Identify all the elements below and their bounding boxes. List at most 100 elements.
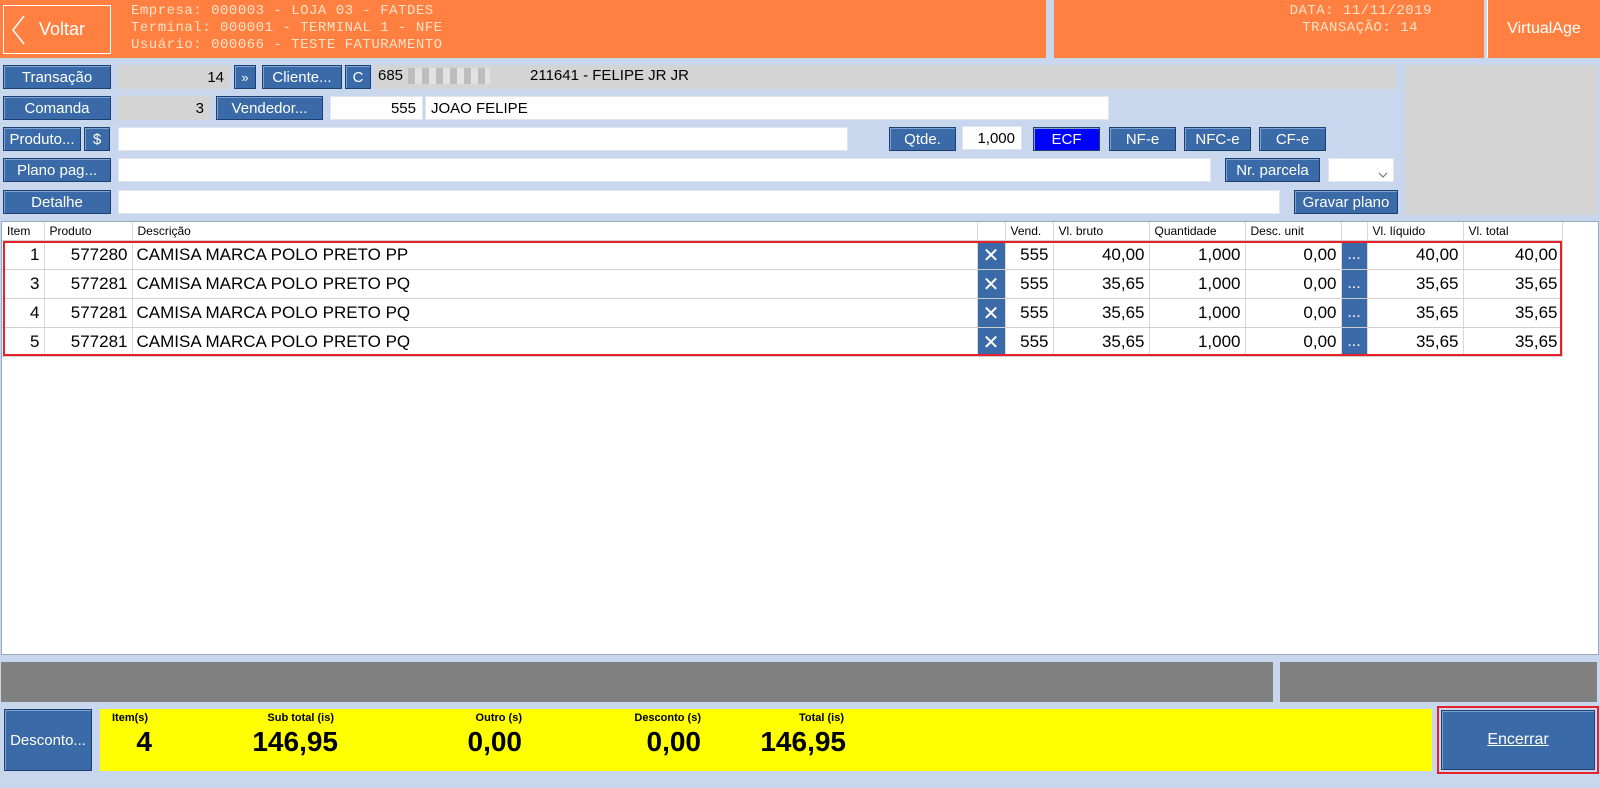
col-header-vl-bruto[interactable]: Vl. bruto	[1053, 222, 1150, 241]
remove-item-button[interactable]: ✕	[977, 298, 1006, 328]
close-icon: ✕	[982, 244, 1000, 267]
cell-vl-liquido: 35,65	[1367, 269, 1464, 299]
terminal-text: Terminal: 000001 - TERMINAL 1 - NFE	[131, 20, 443, 36]
photo-panel	[1405, 65, 1597, 215]
nr-parcela-select[interactable]	[1328, 158, 1394, 182]
transacao-next-button[interactable]: »	[234, 65, 256, 89]
vendedor-code-field[interactable]: 555	[330, 96, 423, 120]
date-text: DATA: 11/11/2019	[1289, 3, 1432, 19]
cell-produto: 577281	[44, 298, 133, 328]
cell-quantidade: 1,000	[1149, 269, 1246, 299]
items-grid: Item Produto Descrição Vend. Vl. bruto Q…	[1, 221, 1599, 655]
cell-vl-liquido: 35,65	[1367, 327, 1464, 357]
total-value: 146,95	[760, 726, 846, 757]
detalhe-input[interactable]	[118, 190, 1280, 214]
cell-descricao: CAMISA MARCA POLO PRETO PP	[132, 240, 978, 270]
nr-parcela-button[interactable]: Nr. parcela	[1225, 158, 1320, 182]
cliente-c-button[interactable]: C	[345, 65, 371, 89]
cliente-row-bg	[374, 65, 1396, 89]
encerrar-button[interactable]: Encerrar	[1441, 710, 1595, 770]
cell-desc-unit: 0,00	[1245, 269, 1342, 299]
nfe-button[interactable]: NF-e	[1109, 127, 1176, 151]
remove-item-button[interactable]: ✕	[977, 327, 1006, 357]
col-header-quantidade[interactable]: Quantidade	[1149, 222, 1246, 241]
col-header-produto[interactable]: Produto	[44, 222, 133, 241]
col-header-vend[interactable]: Vend.	[1005, 222, 1054, 241]
cell-descricao: CAMISA MARCA POLO PRETO PQ	[132, 327, 978, 357]
vendedor-button[interactable]: Vendedor...	[216, 96, 323, 120]
status-bar-right	[1280, 662, 1597, 702]
remove-item-button[interactable]: ✕	[977, 269, 1006, 299]
col-header-item[interactable]: Item	[2, 222, 45, 241]
itens-value: 4	[136, 726, 152, 757]
cell-vl-total: 35,65	[1463, 298, 1563, 328]
item-options-button[interactable]: ...	[1341, 269, 1368, 299]
col-header-vl-liquido[interactable]: Vl. líquido	[1367, 222, 1464, 241]
ecf-button[interactable]: ECF	[1033, 127, 1100, 151]
cliente-button[interactable]: Cliente...	[262, 65, 342, 89]
plano-pag-button[interactable]: Plano pag...	[3, 158, 111, 182]
col-header-remove	[977, 222, 1006, 241]
gravar-plano-button[interactable]: Gravar plano	[1294, 190, 1398, 214]
item-options-button[interactable]: ...	[1341, 298, 1368, 328]
cell-vend: 555	[1005, 327, 1054, 357]
cell-desc-unit: 0,00	[1245, 298, 1342, 328]
brand-button[interactable]: VirtualAge	[1487, 0, 1600, 58]
desconto-button[interactable]: Desconto...	[4, 709, 92, 771]
outro-value: 0,00	[467, 726, 523, 757]
produto-button[interactable]: Produto...	[3, 127, 81, 151]
transacao-field[interactable]: 14	[118, 65, 230, 89]
table-row[interactable]: 1 577280 CAMISA MARCA POLO PRETO PP ✕ 55…	[2, 240, 1563, 270]
table-row[interactable]: 4 577281 CAMISA MARCA POLO PRETO PQ ✕ 55…	[2, 298, 1563, 328]
produto-price-button[interactable]: $	[84, 127, 110, 151]
close-icon: ✕	[982, 273, 1000, 296]
cell-quantidade: 1,000	[1149, 240, 1246, 270]
col-header-descricao[interactable]: Descrição	[132, 222, 978, 241]
item-options-button[interactable]: ...	[1341, 240, 1368, 270]
close-icon: ✕	[982, 302, 1000, 325]
detalhe-button[interactable]: Detalhe	[3, 190, 111, 214]
nfce-button[interactable]: NFC-e	[1184, 127, 1251, 151]
back-button[interactable]: Voltar	[3, 5, 111, 54]
cell-vend: 555	[1005, 298, 1054, 328]
comanda-button[interactable]: Comanda	[3, 96, 111, 120]
close-icon: ✕	[982, 331, 1000, 354]
cliente-name: 211641 - FELIPE JR JR	[530, 67, 689, 84]
transacao-button[interactable]: Transação	[3, 65, 111, 89]
item-options-button[interactable]: ...	[1341, 327, 1368, 357]
produto-input[interactable]	[118, 127, 848, 151]
brand-label: VirtualAge	[1507, 20, 1581, 37]
qtde-button[interactable]: Qtde.	[889, 127, 956, 151]
cell-vl-liquido: 40,00	[1367, 240, 1464, 270]
table-row[interactable]: 3 577281 CAMISA MARCA POLO PRETO PQ ✕ 55…	[2, 269, 1563, 299]
cell-vl-total: 35,65	[1463, 269, 1563, 299]
col-header-desc-unit[interactable]: Desc. unit	[1245, 222, 1342, 241]
chevron-left-icon	[10, 14, 30, 46]
total-label: Total (is)	[798, 712, 844, 724]
cell-item: 5	[2, 327, 45, 357]
cell-desc-unit: 0,00	[1245, 327, 1342, 357]
table-header: Item Produto Descrição Vend. Vl. bruto Q…	[2, 222, 1563, 241]
cell-vl-bruto: 35,65	[1053, 298, 1150, 328]
cell-vl-bruto: 40,00	[1053, 240, 1150, 270]
cell-produto: 577281	[44, 327, 133, 357]
cell-vl-liquido: 35,65	[1367, 298, 1464, 328]
cell-vl-total: 35,65	[1463, 327, 1563, 357]
itens-label: Item(s)	[112, 712, 149, 724]
plano-pag-input[interactable]	[118, 158, 1211, 182]
cell-vend: 555	[1005, 240, 1054, 270]
comanda-field[interactable]: 3	[118, 96, 210, 120]
qtde-field[interactable]: 1,000	[962, 126, 1022, 150]
usuario-text: Usuário: 000066 - TESTE FATURAMENTO	[131, 37, 443, 53]
cfe-button[interactable]: CF-e	[1259, 127, 1326, 151]
cell-vl-total: 40,00	[1463, 240, 1563, 270]
cell-produto: 577281	[44, 269, 133, 299]
cell-vend: 555	[1005, 269, 1054, 299]
subtotal-label: Sub total (is)	[267, 712, 334, 724]
remove-item-button[interactable]: ✕	[977, 240, 1006, 270]
status-bar-left	[1, 662, 1273, 702]
col-header-vl-total[interactable]: Vl. total	[1463, 222, 1563, 241]
cell-vl-bruto: 35,65	[1053, 327, 1150, 357]
desconto-label: Desconto (s)	[634, 712, 701, 724]
table-row[interactable]: 5 577281 CAMISA MARCA POLO PRETO PQ ✕ 55…	[2, 327, 1563, 357]
